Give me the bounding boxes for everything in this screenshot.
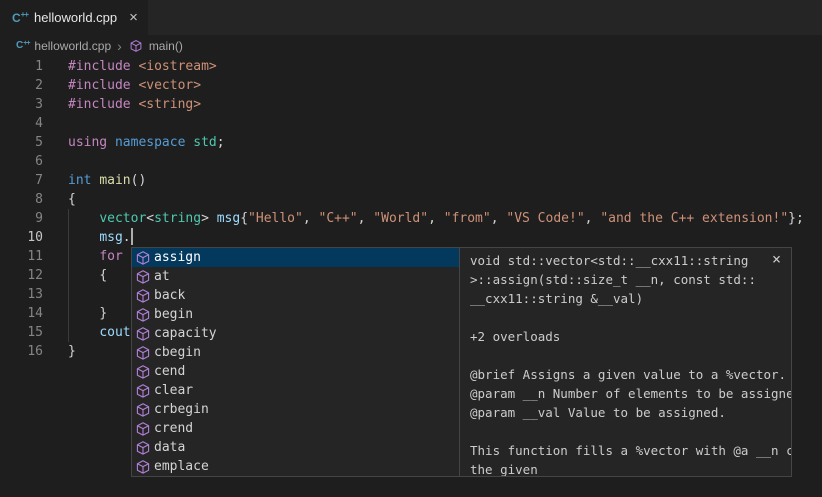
- method-icon: [135, 364, 151, 380]
- suggest-item-at[interactable]: at: [132, 267, 459, 286]
- method-icon: [135, 250, 151, 266]
- docs-signature-line: __cxx11::string &__val): [470, 289, 783, 308]
- suggest-item-back[interactable]: back: [132, 286, 459, 305]
- breadcrumb-symbol[interactable]: main(): [149, 39, 183, 53]
- line-number[interactable]: 1: [0, 57, 43, 76]
- suggest-label: clear: [154, 381, 193, 400]
- docs-overloads: +2 overloads: [470, 327, 783, 346]
- method-icon: [135, 421, 151, 437]
- suggest-item-capacity[interactable]: capacity: [132, 324, 459, 343]
- code-line[interactable]: [68, 152, 822, 171]
- suggest-item-emplace[interactable]: emplace: [132, 457, 459, 476]
- method-icon: [135, 440, 151, 456]
- close-icon[interactable]: ×: [770, 250, 783, 269]
- docs-body: @brief Assigns a given value to a %vecto…: [470, 365, 783, 476]
- code-line[interactable]: [68, 114, 822, 133]
- line-number[interactable]: 8: [0, 190, 43, 209]
- suggest-item-clear[interactable]: clear: [132, 381, 459, 400]
- docs-signature-line: >::assign(std::size_t __n, const std::: [470, 270, 783, 289]
- breadcrumb-file[interactable]: helloworld.cpp: [34, 39, 111, 53]
- suggest-label: assign: [154, 248, 201, 267]
- line-number[interactable]: 14: [0, 304, 43, 323]
- code-line[interactable]: vector<string> msg{"Hello", "C++", "Worl…: [68, 209, 822, 228]
- line-number[interactable]: 6: [0, 152, 43, 171]
- chevron-right-icon: ›: [117, 39, 122, 53]
- method-icon: [135, 269, 151, 285]
- cpp-icon-plus: ++: [23, 40, 29, 47]
- vscode-window: C++ helloworld.cpp × C++ helloworld.cpp …: [0, 0, 822, 497]
- suggest-label: cend: [154, 362, 185, 381]
- line-number[interactable]: 10: [0, 228, 43, 247]
- suggest-item-crbegin[interactable]: crbegin: [132, 400, 459, 419]
- cpp-file-icon: C++: [16, 41, 29, 51]
- line-number[interactable]: 5: [0, 133, 43, 152]
- tab-close-icon[interactable]: ×: [129, 10, 138, 25]
- line-number[interactable]: 15: [0, 323, 43, 342]
- suggest-label: at: [154, 267, 170, 286]
- text-cursor: [131, 228, 133, 245]
- tab-title: helloworld.cpp: [34, 10, 117, 25]
- cpp-icon-letter: C: [12, 12, 21, 24]
- code-line[interactable]: using namespace std;: [68, 133, 822, 152]
- docs-text-line: This function fills a %vector with @a __…: [470, 441, 783, 460]
- suggest-label: cbegin: [154, 343, 201, 362]
- suggest-docs-panel: × void std::vector<std::__cxx11::string>…: [459, 248, 791, 476]
- suggest-label: begin: [154, 305, 193, 324]
- line-number[interactable]: 9: [0, 209, 43, 228]
- method-icon: [135, 383, 151, 399]
- code-line[interactable]: #include <vector>: [68, 76, 822, 95]
- line-number[interactable]: 12: [0, 266, 43, 285]
- suggest-item-begin[interactable]: begin: [132, 305, 459, 324]
- code-editor[interactable]: 12345678910111213141516 #include <iostre…: [0, 57, 822, 497]
- intellisense-suggest-widget: assignatbackbegincapacitycbegincendclear…: [131, 247, 792, 477]
- method-icon: [128, 38, 144, 54]
- method-icon: [135, 402, 151, 418]
- suggest-item-crend[interactable]: crend: [132, 419, 459, 438]
- line-number[interactable]: 4: [0, 114, 43, 133]
- suggest-item-data[interactable]: data: [132, 438, 459, 457]
- tab-helloworld-cpp[interactable]: C++ helloworld.cpp ×: [0, 0, 148, 35]
- cpp-icon-plus: ++: [21, 11, 28, 19]
- suggest-label: crend: [154, 419, 193, 438]
- method-icon: [135, 326, 151, 342]
- code-line[interactable]: msg.: [68, 228, 822, 247]
- tab-bar: C++ helloworld.cpp ×: [0, 0, 822, 35]
- docs-text-line: @param __n Number of elements to be assi…: [470, 384, 783, 403]
- docs-text-line: @brief Assigns a given value to a %vecto…: [470, 365, 783, 384]
- suggest-label: capacity: [154, 324, 217, 343]
- line-number[interactable]: 2: [0, 76, 43, 95]
- docs-text-line: the given: [470, 460, 783, 476]
- docs-signature: void std::vector<std::__cxx11::string>::…: [470, 251, 783, 308]
- suggest-item-cend[interactable]: cend: [132, 362, 459, 381]
- suggest-label: back: [154, 286, 185, 305]
- line-number[interactable]: 13: [0, 285, 43, 304]
- suggest-label: data: [154, 438, 185, 457]
- breadcrumb: C++ helloworld.cpp › main(): [0, 35, 822, 57]
- suggest-list: assignatbackbegincapacitycbegincendclear…: [132, 248, 459, 476]
- suggest-label: crbegin: [154, 400, 209, 419]
- method-icon: [135, 345, 151, 361]
- method-icon: [135, 288, 151, 304]
- method-icon: [135, 459, 151, 475]
- suggest-item-assign[interactable]: assign: [132, 248, 459, 267]
- code-line[interactable]: #include <string>: [68, 95, 822, 114]
- method-icon: [135, 307, 151, 323]
- line-number-gutter: 12345678910111213141516: [0, 57, 43, 361]
- line-number[interactable]: 16: [0, 342, 43, 361]
- docs-text-line: @param __val Value to be assigned.: [470, 403, 783, 422]
- code-line[interactable]: #include <iostream>: [68, 57, 822, 76]
- docs-text-line: [470, 422, 783, 441]
- line-number[interactable]: 11: [0, 247, 43, 266]
- cpp-icon-letter: C: [16, 41, 23, 51]
- line-number[interactable]: 7: [0, 171, 43, 190]
- cpp-file-icon: C++: [12, 12, 28, 24]
- docs-signature-line: void std::vector<std::__cxx11::string: [470, 251, 783, 270]
- suggest-item-cbegin[interactable]: cbegin: [132, 343, 459, 362]
- suggest-label: emplace: [154, 457, 209, 476]
- code-line[interactable]: int main(): [68, 171, 822, 190]
- code-line[interactable]: {: [68, 190, 822, 209]
- line-number[interactable]: 3: [0, 95, 43, 114]
